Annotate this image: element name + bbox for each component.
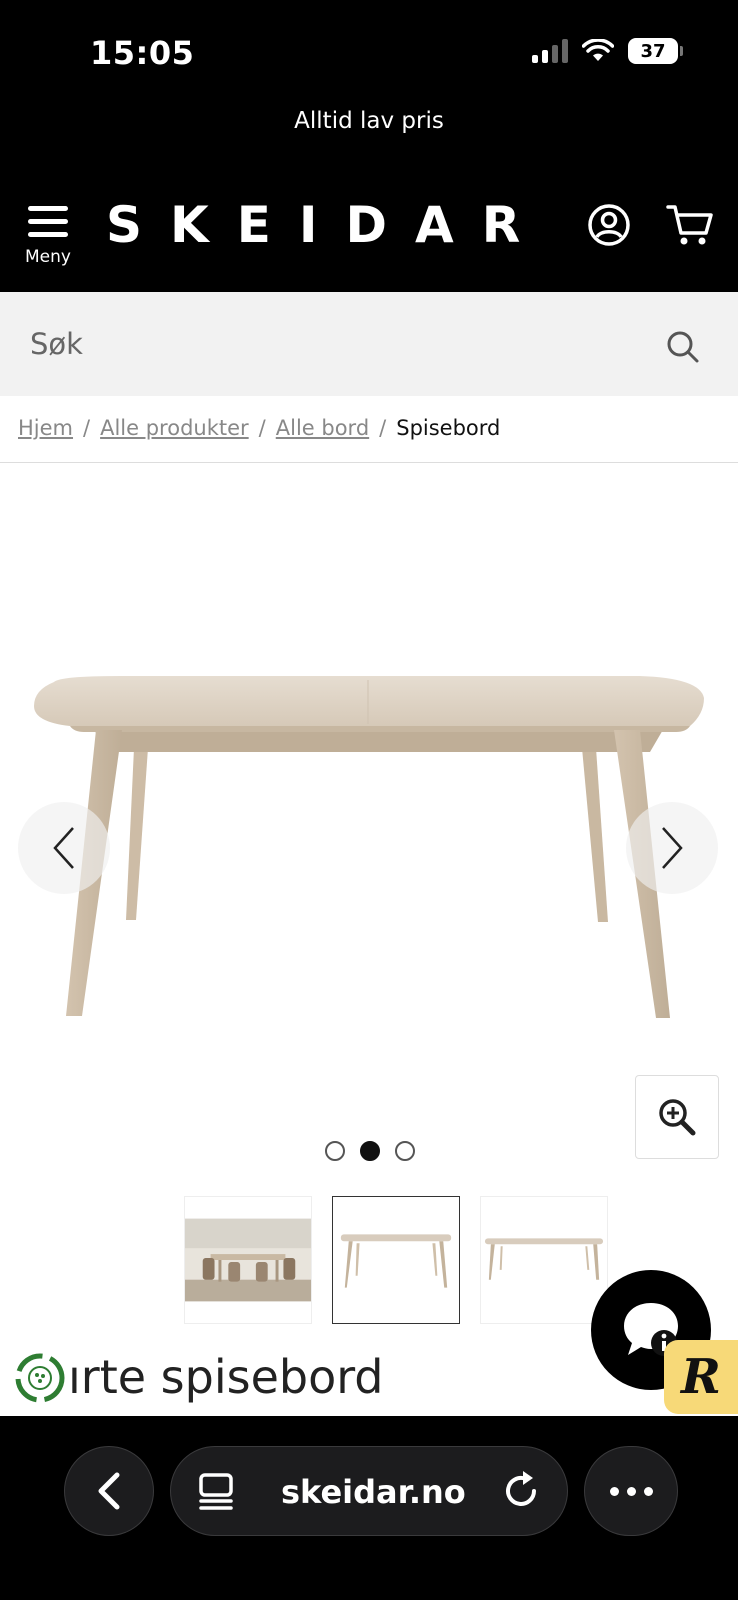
skeidar-logo[interactable]: SKEIDAR bbox=[106, 196, 548, 254]
cellular-signal-icon bbox=[532, 39, 568, 63]
breadcrumb-separator: / bbox=[258, 416, 266, 440]
divider bbox=[0, 462, 738, 463]
top-header: 15:05 37 Alltid lav pris Meny SKEIDAR bbox=[0, 0, 738, 292]
browser-more-button[interactable] bbox=[584, 1446, 678, 1536]
thumbnail-table-extended[interactable] bbox=[480, 1196, 608, 1324]
menu-label: Meny bbox=[25, 247, 71, 267]
breadcrumb-current: Spisebord bbox=[396, 416, 501, 440]
status-icons: 37 bbox=[532, 38, 683, 64]
carousel-dot[interactable] bbox=[395, 1141, 415, 1161]
user-account-icon[interactable] bbox=[587, 203, 631, 247]
thumbnail-table-side[interactable] bbox=[332, 1196, 460, 1324]
tab-overview-icon bbox=[199, 1473, 233, 1510]
eco-badge[interactable] bbox=[12, 1350, 68, 1406]
thumbnail-strip bbox=[184, 1196, 608, 1324]
browser-back-button[interactable] bbox=[64, 1446, 154, 1536]
breadcrumb-separator: / bbox=[83, 416, 91, 440]
r-widget-icon[interactable]: R bbox=[664, 1340, 738, 1414]
browser-url: skeidar.no bbox=[281, 1473, 466, 1511]
battery-icon: 37 bbox=[628, 38, 683, 64]
search-icon[interactable] bbox=[666, 330, 700, 364]
breadcrumb-all-products[interactable]: Alle produkter bbox=[100, 416, 249, 440]
product-title: ırte spisebord bbox=[68, 1350, 384, 1404]
search-bar bbox=[0, 292, 738, 396]
chevron-right-icon bbox=[662, 827, 683, 869]
search-input[interactable] bbox=[30, 322, 630, 366]
more-dots-icon bbox=[609, 1486, 619, 1496]
chevron-left-icon bbox=[98, 1472, 120, 1510]
next-image-button[interactable] bbox=[626, 802, 718, 894]
wifi-icon bbox=[582, 39, 614, 61]
carousel-dots bbox=[325, 1141, 415, 1161]
zoom-in-icon bbox=[659, 1099, 696, 1136]
promo-banner: Alltid lav pris bbox=[294, 108, 444, 134]
carousel-dot-active[interactable] bbox=[360, 1141, 380, 1161]
carousel-dot[interactable] bbox=[325, 1141, 345, 1161]
product-image[interactable] bbox=[0, 470, 738, 1110]
breadcrumb-separator: / bbox=[379, 416, 387, 440]
recycle-icon bbox=[15, 1353, 65, 1403]
zoom-button[interactable] bbox=[635, 1075, 719, 1159]
cart-icon[interactable] bbox=[666, 203, 714, 247]
breadcrumb-home[interactable]: Hjem bbox=[18, 416, 73, 440]
thumbnail-room[interactable] bbox=[184, 1196, 312, 1324]
status-time: 15:05 bbox=[90, 34, 195, 72]
chevron-left-icon bbox=[53, 827, 74, 869]
browser-toolbar: skeidar.no bbox=[0, 1416, 738, 1600]
battery-level: 37 bbox=[640, 40, 666, 62]
reload-icon[interactable] bbox=[501, 1469, 543, 1513]
previous-image-button[interactable] bbox=[18, 802, 110, 894]
breadcrumb: Hjem / Alle produkter / Alle bord / Spis… bbox=[18, 416, 500, 440]
hamburger-icon bbox=[22, 206, 74, 237]
menu-button[interactable]: Meny bbox=[22, 204, 74, 267]
breadcrumb-all-tables[interactable]: Alle bord bbox=[276, 416, 369, 440]
browser-address-bar[interactable]: skeidar.no bbox=[170, 1446, 568, 1536]
page: 15:05 37 Alltid lav pris Meny SKEIDAR Sø… bbox=[0, 0, 738, 1600]
